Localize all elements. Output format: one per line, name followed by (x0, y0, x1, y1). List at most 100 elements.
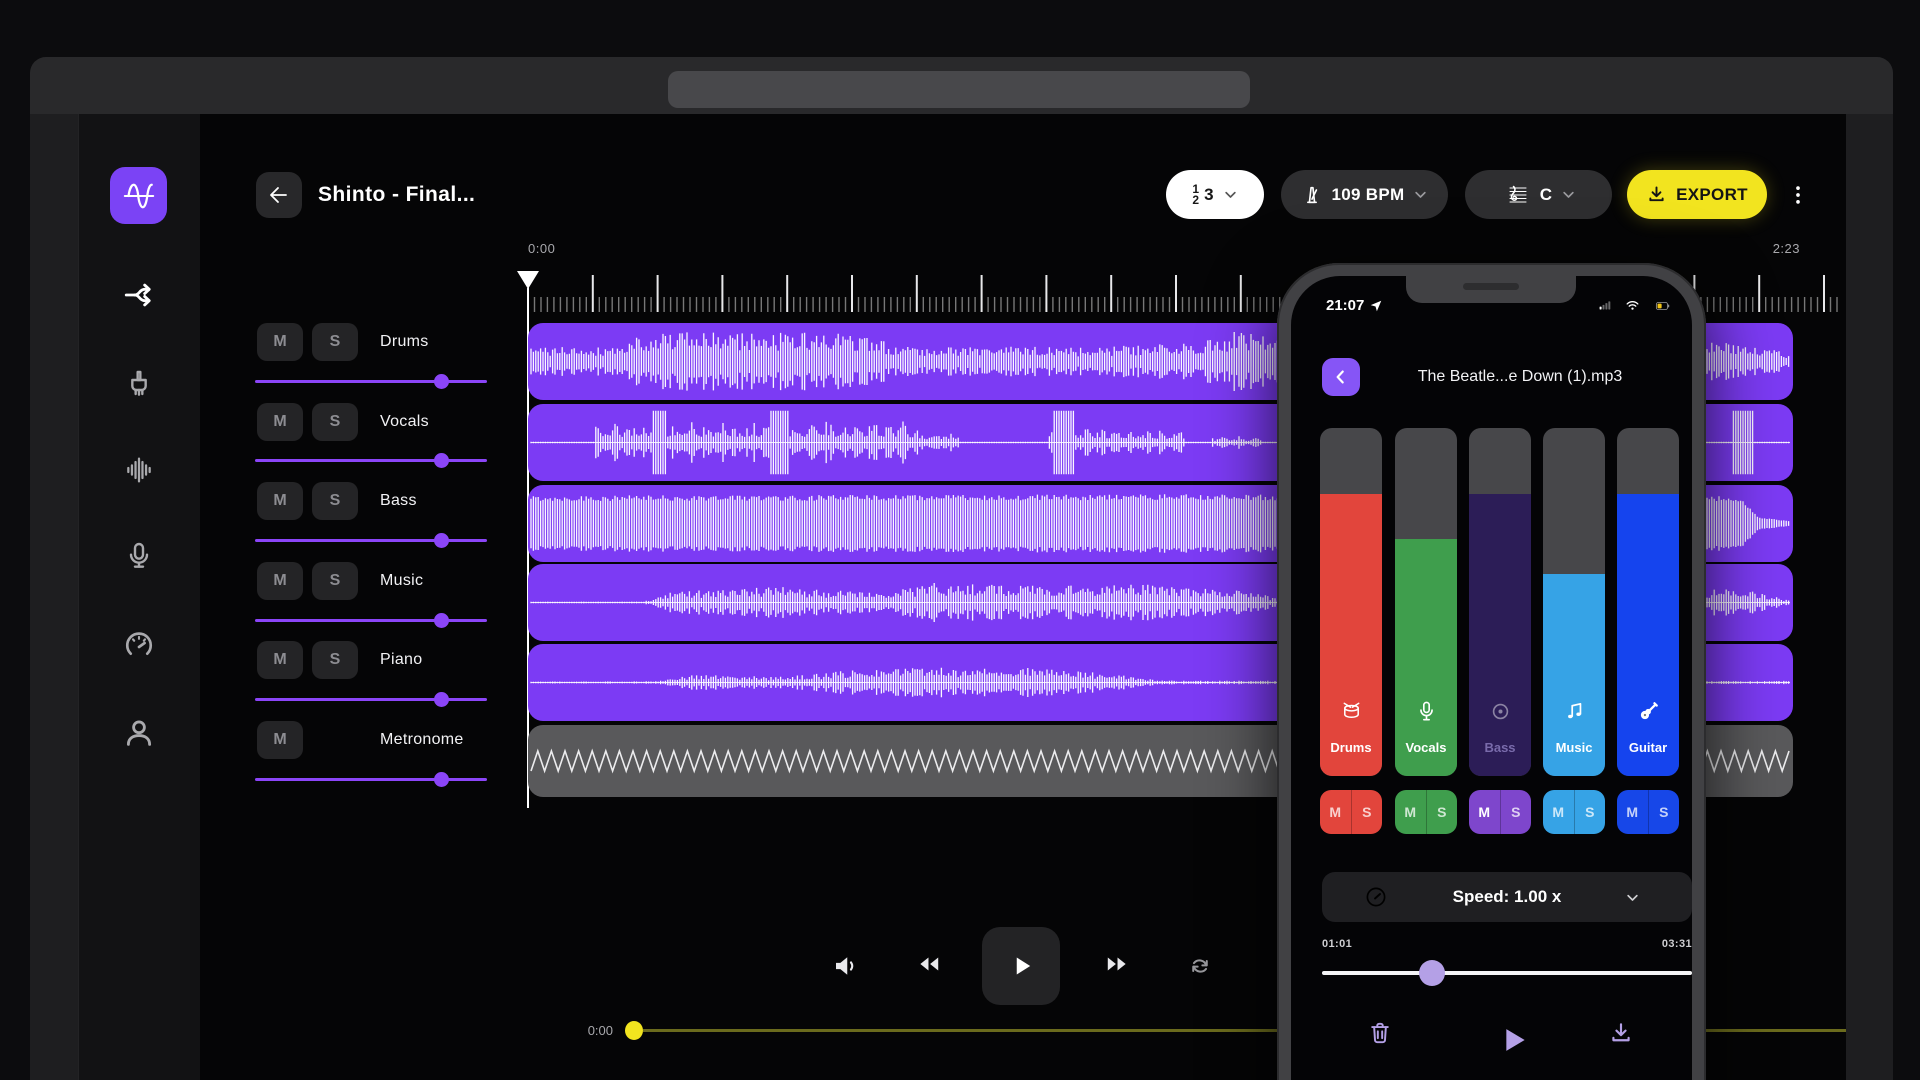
phone-back-button[interactable] (1322, 358, 1360, 396)
stem-solo-button[interactable]: S (1427, 790, 1458, 834)
track-label: Piano (380, 651, 423, 668)
stem-solo-button[interactable]: S (1575, 790, 1606, 834)
sidebar-item-microphone[interactable] (120, 537, 158, 575)
volume-knob[interactable] (433, 613, 449, 628)
stem-volume-column-vocals[interactable] (1395, 428, 1457, 776)
playback-position: 0:00 (587, 1023, 613, 1038)
guitar-icon (1617, 700, 1679, 723)
stem-mute-button[interactable]: M (1617, 790, 1649, 834)
play-icon (1004, 949, 1038, 983)
scrubber-knob[interactable] (625, 1021, 643, 1040)
playhead-marker[interactable] (516, 270, 540, 290)
mic-icon (1395, 700, 1457, 723)
mute-button-vocals[interactable]: M (257, 403, 303, 441)
stem-mute-solo-drums[interactable]: M S (1320, 790, 1382, 834)
stem-solo-button[interactable]: S (1649, 790, 1680, 834)
track-label: Drums (380, 333, 429, 350)
cellular-signal-icon (1596, 299, 1616, 313)
mute-button-music[interactable]: M (257, 562, 303, 600)
loop-button[interactable] (1186, 952, 1214, 980)
sidebar-item-brush[interactable] (120, 365, 158, 403)
track-label: Music (380, 572, 424, 589)
window-right-margin (1846, 114, 1893, 1080)
phone-scrubber-knob[interactable] (1419, 960, 1445, 986)
address-bar[interactable] (668, 71, 1250, 108)
solo-button-vocals[interactable]: S (312, 403, 358, 441)
timeline-start-label: 0:00 (528, 241, 556, 256)
volume-button[interactable] (831, 951, 861, 981)
stem-mute-solo-bass[interactable]: M S (1469, 790, 1531, 834)
export-button[interactable]: EXPORT (1627, 170, 1767, 219)
gauge-icon (123, 629, 155, 661)
chevron-down-icon (1625, 890, 1640, 905)
stem-mute-solo-guitar[interactable]: M S (1617, 790, 1679, 834)
stem-volume-column-bass[interactable] (1469, 428, 1531, 776)
stem-volume-column-music[interactable] (1543, 428, 1605, 776)
metronome-icon (1301, 184, 1323, 206)
mute-button-bass[interactable]: M (257, 482, 303, 520)
speed-dropdown[interactable]: Speed: 1.00 x (1322, 872, 1692, 922)
window-left-margin (30, 114, 78, 1080)
sidebar-item-gauge[interactable] (120, 626, 158, 664)
key-dropdown[interactable]: C (1465, 170, 1612, 219)
stem-mute-solo-music[interactable]: M S (1543, 790, 1605, 834)
stem-mute-button[interactable]: M (1320, 790, 1352, 834)
chevron-down-icon (1561, 187, 1576, 202)
sidebar-item-split-stems[interactable] (120, 276, 158, 314)
record-icon (1469, 700, 1531, 723)
bpm-dropdown[interactable]: 109 BPM (1281, 170, 1448, 219)
chevron-down-icon (1223, 187, 1238, 202)
volume-knob[interactable] (433, 772, 449, 787)
fast-forward-button[interactable] (1100, 951, 1134, 977)
rewind-button[interactable] (912, 951, 946, 977)
download-icon (1646, 184, 1667, 205)
solo-button-drums[interactable]: S (312, 323, 358, 361)
play-button[interactable] (982, 927, 1060, 1005)
page-title: Shinto - Final... (318, 183, 476, 206)
volume-slider-metronome[interactable] (255, 778, 487, 781)
stem-volume-column-guitar[interactable] (1617, 428, 1679, 776)
phone-download-button[interactable] (1608, 1020, 1634, 1046)
app-logo[interactable] (110, 167, 167, 224)
stem-mute-button[interactable]: M (1543, 790, 1575, 834)
more-options-button[interactable] (1786, 178, 1810, 212)
mute-button-drums[interactable]: M (257, 323, 303, 361)
volume-knob[interactable] (433, 533, 449, 548)
delete-button[interactable] (1367, 1020, 1393, 1046)
mute-button-piano[interactable]: M (257, 641, 303, 679)
volume-slider-music[interactable] (255, 619, 487, 622)
volume-slider-vocals[interactable] (255, 459, 487, 462)
volume-knob[interactable] (433, 692, 449, 707)
stem-solo-button[interactable]: S (1501, 790, 1532, 834)
volume-knob[interactable] (433, 453, 449, 468)
sidebar-item-audio-bars[interactable] (120, 451, 158, 489)
phone-total-time: 03:31 (1661, 938, 1692, 950)
back-button[interactable] (256, 172, 302, 218)
stem-solo-button[interactable]: S (1352, 790, 1383, 834)
time-signature-dropdown[interactable]: 12 3 (1166, 170, 1264, 219)
volume-knob[interactable] (433, 374, 449, 389)
solo-button-piano[interactable]: S (312, 641, 358, 679)
stem-mute-solo-vocals[interactable]: M S (1395, 790, 1457, 834)
stem-mute-button[interactable]: M (1469, 790, 1501, 834)
sidebar-item-person[interactable] (120, 714, 158, 752)
music-staff-icon (1501, 183, 1531, 207)
phone-scrubber-track[interactable] (1322, 971, 1692, 975)
track-label: Bass (380, 492, 417, 509)
solo-button-music[interactable]: S (312, 562, 358, 600)
volume-slider-bass[interactable] (255, 539, 487, 542)
app-sidebar (78, 114, 201, 1080)
brush-icon (123, 368, 155, 400)
chevron-down-icon (1413, 187, 1428, 202)
phone-play-button[interactable] (1493, 1020, 1533, 1060)
volume-slider-piano[interactable] (255, 698, 487, 701)
microphone-icon (123, 540, 155, 572)
mute-button-metronome[interactable]: M (257, 721, 303, 759)
solo-button-bass[interactable]: S (312, 482, 358, 520)
person-icon (122, 716, 156, 750)
phone-speaker (1463, 283, 1519, 290)
stem-mute-button[interactable]: M (1395, 790, 1427, 834)
stem-volume-column-drums[interactable] (1320, 428, 1382, 776)
volume-slider-drums[interactable] (255, 380, 487, 383)
wifi-icon (1623, 298, 1642, 313)
